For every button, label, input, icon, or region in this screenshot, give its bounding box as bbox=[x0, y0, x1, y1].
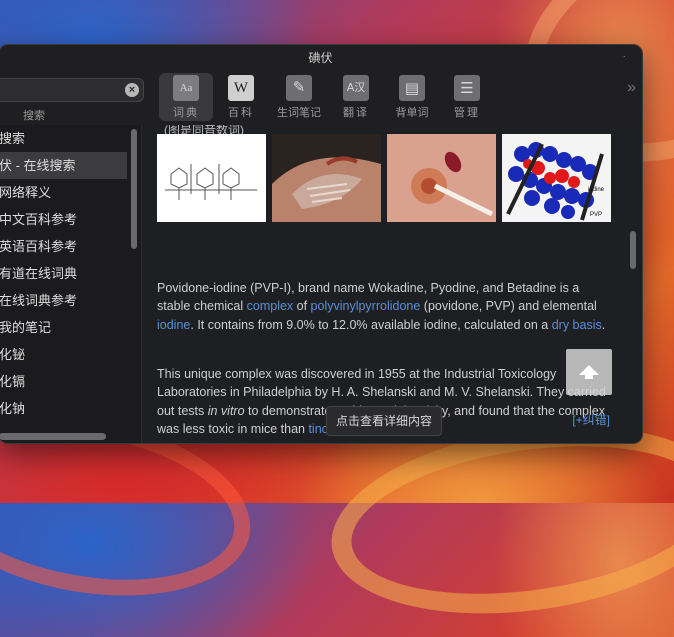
sidebar-item-related-1[interactable]: 化铋 bbox=[0, 341, 127, 368]
tab-dictionary-label: 词典 bbox=[173, 107, 199, 119]
window-menu-dot[interactable]: · bbox=[623, 51, 626, 62]
view-details-button[interactable]: 点击查看详细内容 bbox=[326, 406, 442, 436]
definition-paragraph-1: Povidone-iodine (PVP-I), brand name Woka… bbox=[157, 279, 607, 334]
tab-translate-label: 翻译 bbox=[343, 107, 369, 119]
arrow-up-icon bbox=[579, 365, 599, 379]
search-input[interactable]: × bbox=[0, 78, 144, 102]
wikipedia-icon: W bbox=[228, 75, 254, 101]
window-title: 碘伏 bbox=[308, 51, 333, 65]
sidebar-item-my-notes[interactable]: 我的笔记 bbox=[0, 314, 127, 341]
text-span: of bbox=[293, 299, 311, 314]
iodine-label: iodine bbox=[588, 187, 605, 193]
dictionary-window: 碘伏 · × 搜索 Aa 词典 W 百科 ✎ 生词笔记 A汉 翻译 ▤ 背单词 … bbox=[0, 44, 643, 444]
link-iodine[interactable]: iodine bbox=[157, 318, 190, 332]
sidebar-horizontal-scrollbar[interactable] bbox=[0, 433, 106, 440]
translate-icon: A汉 bbox=[343, 75, 369, 101]
tab-wiki-label: 百科 bbox=[228, 107, 254, 119]
tab-wordnotes-label: 生词笔记 bbox=[277, 107, 321, 119]
content-vertical-scrollbar[interactable] bbox=[630, 231, 636, 269]
sidebar-item-web-meaning[interactable]: 网络释义 bbox=[0, 179, 127, 206]
toolbar-overflow-chevron-icon[interactable]: » bbox=[627, 79, 636, 97]
notebook-icon: ✎ bbox=[286, 75, 312, 101]
search-label: 搜索 bbox=[23, 110, 45, 122]
tab-wiki[interactable]: W 百科 bbox=[214, 73, 268, 121]
clear-search-icon[interactable]: × bbox=[125, 83, 139, 97]
tab-flashcards[interactable]: ▤ 背单词 bbox=[385, 73, 439, 121]
scroll-to-top-button[interactable] bbox=[566, 349, 612, 395]
sidebar: 搜索 伏 - 在线搜索 网络释义 中文百科参考 英语百科参考 有道在线词典 在线… bbox=[0, 125, 141, 443]
dictionary-icon: Aa bbox=[173, 75, 199, 101]
flashcard-book-icon: ▤ bbox=[399, 75, 425, 101]
sidebar-item-search[interactable]: 搜索 bbox=[0, 125, 127, 152]
pvp-label: PVP bbox=[590, 212, 602, 218]
tab-flashcards-label: 背单词 bbox=[395, 107, 429, 119]
text-span: . It contains from 9.0% to 12.0% availab… bbox=[190, 317, 552, 332]
sidebar-item-related-2[interactable]: 化镉 bbox=[0, 368, 127, 395]
content-pane: (图是同音数词) iodine PVP Povidone-iodine (PVP… bbox=[142, 125, 642, 443]
text-span: (povidone, PVP) and elemental bbox=[420, 299, 597, 314]
tab-manage[interactable]: ☰ 管理 bbox=[440, 73, 494, 121]
tab-manage-label: 管理 bbox=[454, 107, 480, 119]
sidebar-item-online-search[interactable]: 伏 - 在线搜索 bbox=[0, 152, 127, 179]
iodine-swab-photo[interactable] bbox=[387, 134, 496, 222]
chemical-structure-image[interactable] bbox=[157, 134, 266, 222]
skin-wound-photo[interactable] bbox=[272, 134, 381, 222]
link-complex[interactable]: complex bbox=[247, 299, 294, 313]
report-error-link[interactable]: [+纠错] bbox=[572, 411, 610, 428]
tab-wordnotes[interactable]: ✎ 生词笔记 bbox=[269, 73, 329, 121]
pvp-iodine-molecule-image[interactable]: iodine PVP bbox=[502, 134, 611, 222]
sidebar-item-online-dict-ref[interactable]: 在线词典参考 bbox=[0, 287, 127, 314]
sidebar-item-chinese-wiki[interactable]: 中文百科参考 bbox=[0, 206, 127, 233]
link-polyvinylpyrrolidone[interactable]: polyvinylpyrrolidone bbox=[311, 299, 421, 313]
sidebar-vertical-scrollbar[interactable] bbox=[131, 129, 137, 249]
manage-cabinet-icon: ☰ bbox=[454, 75, 480, 101]
tab-dictionary[interactable]: Aa 词典 bbox=[159, 73, 213, 121]
sidebar-item-english-wiki[interactable]: 英语百科参考 bbox=[0, 233, 127, 260]
tab-translate[interactable]: A汉 翻译 bbox=[329, 73, 383, 121]
link-dry-basis[interactable]: dry basis bbox=[552, 318, 602, 332]
emphasis-in-vitro: in vitro bbox=[207, 403, 245, 418]
text-span: . bbox=[601, 317, 606, 332]
sidebar-item-related-3[interactable]: 化钠 bbox=[0, 395, 127, 422]
sidebar-item-youdao-online[interactable]: 有道在线词典 bbox=[0, 260, 127, 287]
